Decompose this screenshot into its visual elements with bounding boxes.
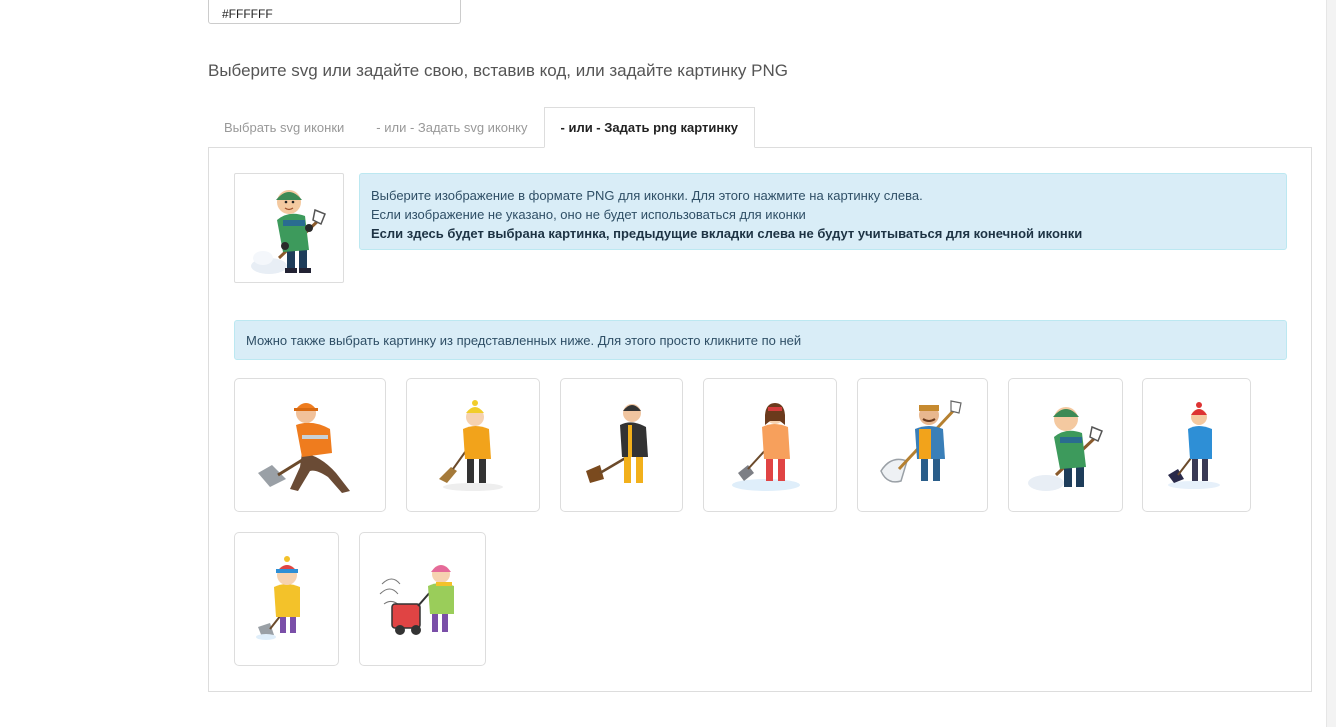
tab-choose-svg[interactable]: Выбрать svg иконки [208, 107, 360, 148]
png-tab-panel: Выберите изображение в формате PNG для и… [208, 147, 1312, 692]
boy-blue-jacket-shovel-icon [1167, 402, 1220, 489]
child-yellow-coat-shovel-icon [255, 556, 300, 640]
gallery-image-6[interactable] [1008, 378, 1123, 512]
section-title: Выберите svg или задайте свою, вставив к… [208, 61, 788, 80]
instruction-line-3: Если здесь будет выбрана картинка, преды… [371, 226, 1083, 241]
gallery-image-4[interactable] [703, 378, 837, 512]
instruction-line-1: Выберите изображение в формате PNG для и… [371, 188, 923, 203]
gallery-image-9[interactable] [359, 532, 486, 666]
gallery-image-2[interactable] [406, 378, 540, 512]
green-jacket-shoveler-icon [1027, 407, 1103, 491]
gallery-image-1[interactable] [234, 378, 386, 512]
green-jacket-shoveler-icon [251, 190, 326, 274]
png-instructions-alert: Выберите изображение в формате PNG для и… [359, 173, 1287, 250]
gallery-image-7[interactable] [1142, 378, 1251, 512]
gallery-image-5[interactable] [857, 378, 988, 512]
shoveler-orange-vest-icon [258, 403, 350, 493]
gallery-hint-alert: Можно также выбрать картинку из представ… [234, 320, 1287, 360]
gallery-image-8[interactable] [234, 532, 339, 666]
selected-png-preview[interactable] [234, 173, 344, 283]
instruction-line-2: Если изображение не указано, оно не буде… [371, 207, 806, 222]
page-scrollbar[interactable] [1326, 0, 1336, 727]
icon-source-tabs: Выбрать svg иконки - или - Задать svg ик… [208, 107, 755, 148]
sweeper-yellow-jacket-icon [439, 400, 503, 491]
shoveler-black-yellow-icon [585, 404, 648, 483]
tab-set-png[interactable]: - или - Задать png картинку [543, 107, 755, 148]
girl-shoveling-snow-icon [732, 403, 800, 491]
gallery-image-3[interactable] [560, 378, 683, 512]
snowblower-kid-icon [379, 565, 454, 635]
mustached-man-shovel-icon [879, 400, 962, 483]
color-hex-input[interactable]: #FFFFFF [208, 0, 461, 24]
tab-set-svg[interactable]: - или - Задать svg иконку [360, 107, 543, 148]
